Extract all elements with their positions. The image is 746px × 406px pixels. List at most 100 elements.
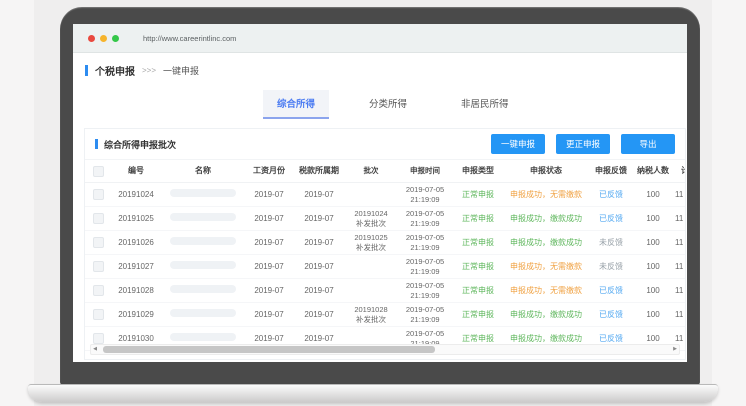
- row-select-cell: [85, 285, 111, 296]
- row-select-cell: [85, 261, 111, 272]
- row-select-cell: [85, 189, 111, 200]
- scroll-right-arrow[interactable]: ▶: [671, 345, 679, 354]
- row-checkbox[interactable]: [93, 261, 104, 272]
- cell-name: [161, 285, 245, 296]
- cell-name: [161, 309, 245, 320]
- row-checkbox[interactable]: [93, 213, 104, 224]
- cell-salary-month: 2019-07: [245, 334, 293, 344]
- cell-id: 20191030: [111, 334, 161, 344]
- cell-salary-month: 2019-07: [245, 286, 293, 296]
- cell-salary-month: 2019-07: [245, 262, 293, 272]
- row-checkbox[interactable]: [93, 189, 104, 200]
- cell-batch: 20191024补发批次: [345, 209, 397, 228]
- cell-tax-period: 2019-07: [293, 334, 345, 344]
- laptop-base: [28, 384, 718, 402]
- cell-feedback: 已反馈: [589, 190, 633, 200]
- cell-clipped: 11: [673, 214, 685, 224]
- row-checkbox[interactable]: [93, 237, 104, 248]
- cell-salary-month: 2019-07: [245, 238, 293, 248]
- cell-feedback: 已反馈: [589, 310, 633, 320]
- panel-title-marker: [95, 139, 98, 149]
- cell-time: 2019-07-0521:19:09: [397, 257, 453, 276]
- action-button-3[interactable]: 导出: [621, 134, 675, 154]
- row-select-cell: [85, 213, 111, 224]
- select-all-checkbox[interactable]: [93, 166, 104, 177]
- cell-status: 申报成功，缴款成功: [503, 214, 589, 224]
- cell-type: 正常申报: [453, 334, 503, 344]
- cell-time: 2019-07-0521:19:09: [397, 305, 453, 324]
- cell-feedback: 已反馈: [589, 334, 633, 344]
- cell-time: 2019-07-0521:19:09: [397, 281, 453, 300]
- panel-actions: 一键申报更正申报导出: [480, 134, 675, 154]
- cell-clipped: 11: [673, 190, 685, 200]
- cell-tax-period: 2019-07: [293, 310, 345, 320]
- cell-type: 正常申报: [453, 214, 503, 224]
- panel-title: 综合所得申报批次: [104, 138, 176, 151]
- scrollbar-thumb[interactable]: [103, 346, 435, 353]
- redacted-name-bar: [170, 309, 236, 317]
- row-select-cell: [85, 333, 111, 344]
- tab-1[interactable]: 综合所得: [263, 90, 329, 119]
- action-button-1[interactable]: 一键申报: [491, 134, 545, 154]
- breadcrumb-section: 个税申报: [95, 63, 135, 78]
- cell-taxpayers: 100: [633, 190, 673, 200]
- cell-id: 20191027: [111, 262, 161, 272]
- tabs: 综合所得分类所得非居民所得: [73, 90, 687, 119]
- cell-tax-period: 2019-07: [293, 286, 345, 296]
- scrollbar-track[interactable]: [99, 345, 671, 354]
- background-stripe-right: [712, 0, 746, 406]
- laptop-screen: http://www.careerintlinc.com 个税申报 >>> 一键…: [73, 24, 687, 362]
- close-window-icon[interactable]: [88, 35, 95, 42]
- maximize-window-icon[interactable]: [112, 35, 119, 42]
- cell-status: 申报成功，缴款成功: [503, 238, 589, 248]
- cell-tax-period: 2019-07: [293, 214, 345, 224]
- column-header-8: 申报状态: [503, 166, 589, 176]
- redacted-name-bar: [170, 213, 236, 221]
- table-row[interactable]: 201910242019-072019-072019-07-0521:19:09…: [85, 183, 685, 207]
- cell-time: 2019-07-0521:19:09: [397, 233, 453, 252]
- cell-type: 正常申报: [453, 262, 503, 272]
- column-header-7: 申报类型: [453, 166, 503, 176]
- tab-3[interactable]: 非居民所得: [447, 90, 523, 119]
- tab-2[interactable]: 分类所得: [355, 90, 421, 119]
- column-header-2: 名称: [161, 166, 245, 176]
- cell-time: 2019-07-0521:19:09: [397, 209, 453, 228]
- redacted-name-bar: [170, 237, 236, 245]
- breadcrumb-page: 一键申报: [163, 64, 199, 77]
- table-row[interactable]: 201910282019-072019-072019-07-0521:19:09…: [85, 279, 685, 303]
- row-checkbox[interactable]: [93, 285, 104, 296]
- row-checkbox[interactable]: [93, 333, 104, 344]
- column-header-1: 编号: [111, 166, 161, 176]
- table-row[interactable]: 201910262019-072019-0720191025补发批次2019-0…: [85, 231, 685, 255]
- cell-status: 申报成功，缴款成功: [503, 334, 589, 344]
- breadcrumb: 个税申报 >>> 一键申报: [85, 63, 687, 78]
- address-bar[interactable]: http://www.careerintlinc.com: [143, 34, 236, 43]
- cell-clipped: 11: [673, 310, 685, 320]
- cell-name: [161, 261, 245, 272]
- cell-name: [161, 189, 245, 200]
- table-row[interactable]: 201910292019-072019-0720191028补发批次2019-0…: [85, 303, 685, 327]
- column-header-6: 申报时间: [397, 166, 453, 175]
- cell-feedback: 已反馈: [589, 286, 633, 296]
- cell-id: 20191025: [111, 214, 161, 224]
- cell-type: 正常申报: [453, 286, 503, 296]
- scroll-left-arrow[interactable]: ◀: [91, 345, 99, 354]
- cell-taxpayers: 100: [633, 214, 673, 224]
- cell-salary-month: 2019-07: [245, 190, 293, 200]
- cell-clipped: 11: [673, 286, 685, 296]
- cell-batch: 20191028补发批次: [345, 305, 397, 324]
- redacted-name-bar: [170, 261, 236, 269]
- minimize-window-icon[interactable]: [100, 35, 107, 42]
- redacted-name-bar: [170, 333, 236, 341]
- cell-id: 20191024: [111, 190, 161, 200]
- header-select-all: [85, 166, 111, 177]
- cell-name: [161, 237, 245, 248]
- cell-salary-month: 2019-07: [245, 214, 293, 224]
- table-row[interactable]: 201910252019-072019-0720191024补发批次2019-0…: [85, 207, 685, 231]
- cell-name: [161, 213, 245, 224]
- action-button-2[interactable]: 更正申报: [556, 134, 610, 154]
- cell-clipped: 11: [673, 238, 685, 248]
- table-row[interactable]: 201910272019-072019-072019-07-0521:19:09…: [85, 255, 685, 279]
- window-controls: [88, 35, 119, 42]
- row-checkbox[interactable]: [93, 309, 104, 320]
